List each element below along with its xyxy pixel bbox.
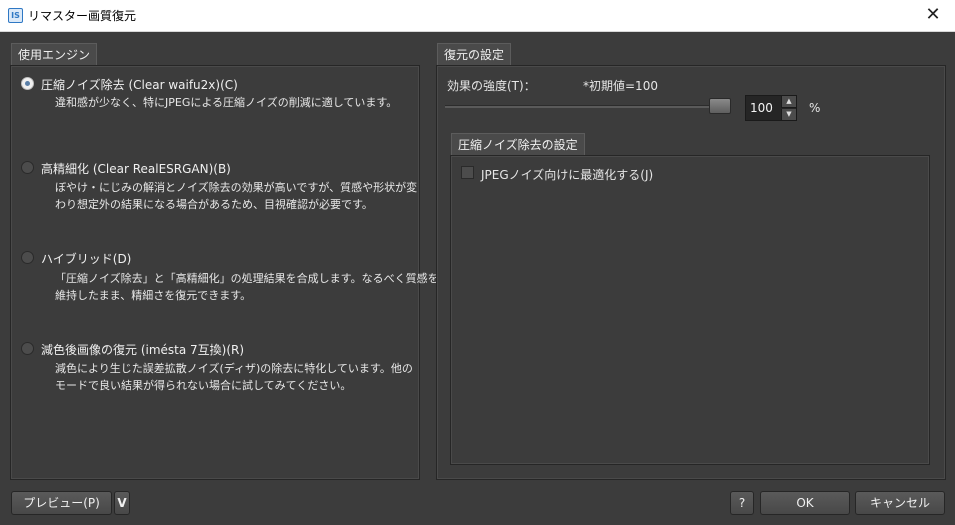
desc-line: 違和感が少なく、特にJPEGによる圧縮ノイズの削減に適しています。 bbox=[55, 96, 398, 109]
option-desc-hybrid: 「圧縮ノイズ除去」と「高精細化」の処理結果を合成します。なるべく質感を 維持した… bbox=[55, 270, 439, 304]
desc-line: 維持したまま、精細さを復元できます。 bbox=[55, 289, 252, 302]
desc-line: ぼやけ・にじみの解消とノイズ除去の効果が高いですが、質感や形状が変 bbox=[55, 181, 418, 194]
strength-label: 効果の強度(T)： bbox=[447, 79, 536, 93]
jpeg-optimize-checkbox[interactable] bbox=[461, 166, 474, 179]
title-bar: IS リマスター画質復元 ✕ bbox=[0, 0, 955, 32]
option-label-imesta7[interactable]: 減色後画像の復元 (iméstа 7互換)(R) bbox=[41, 341, 244, 358]
desc-line: 減色により生じた誤差拡散ノイズ(ディザ)の除去に特化しています。他の bbox=[55, 362, 413, 375]
option-desc-imesta7: 減色により生じた誤差拡散ノイズ(ディザ)の除去に特化しています。他の モードで良… bbox=[55, 360, 413, 394]
option-label-waifu2x[interactable]: 圧縮ノイズ除去 (Clear waifu2x)(C) bbox=[41, 76, 238, 93]
strength-slider-thumb[interactable] bbox=[709, 98, 731, 114]
radio-clear-realesrgan[interactable] bbox=[21, 161, 34, 174]
tab-restore-settings: 復元の設定 bbox=[437, 43, 512, 66]
strength-spinbox[interactable]: 100 ▲ ▼ bbox=[745, 95, 797, 121]
jpeg-optimize-label[interactable]: JPEGノイズ向けに最適化する(J) bbox=[481, 166, 653, 183]
percent-unit: % bbox=[809, 101, 821, 115]
noise-settings-panel bbox=[450, 155, 930, 465]
strength-value[interactable]: 100 bbox=[750, 101, 773, 115]
desc-line: モードで良い結果が得られない場合に試してみてください。 bbox=[55, 379, 352, 392]
option-desc-waifu2x: 違和感が少なく、特にJPEGによる圧縮ノイズの削減に適しています。 bbox=[55, 94, 397, 111]
preview-button[interactable]: プレビュー(P) bbox=[11, 491, 112, 515]
close-button[interactable]: ✕ bbox=[911, 0, 955, 31]
tab-noise-settings: 圧縮ノイズ除去の設定 bbox=[451, 133, 585, 156]
option-desc-realesrgan: ぼやけ・にじみの解消とノイズ除去の効果が高いですが、質感や形状が変 わり想定外の… bbox=[55, 179, 417, 213]
preview-menu-icon[interactable]: V bbox=[114, 491, 130, 515]
default-note: *初期値=100 bbox=[583, 79, 658, 93]
spin-up-icon[interactable]: ▲ bbox=[781, 96, 796, 108]
spin-down-icon[interactable]: ▼ bbox=[781, 109, 796, 120]
strength-slider-track[interactable] bbox=[445, 105, 730, 108]
radio-hybrid[interactable] bbox=[21, 251, 34, 264]
ok-button[interactable]: OK bbox=[760, 491, 850, 515]
desc-line: わり想定外の結果になる場合があるため、目視確認が必要です。 bbox=[55, 198, 373, 211]
window-title: リマスター画質復元 bbox=[28, 9, 137, 23]
cancel-button[interactable]: キャンセル bbox=[855, 491, 945, 515]
desc-line: 「圧縮ノイズ除去」と「高精細化」の処理結果を合成します。なるべく質感を bbox=[55, 272, 439, 285]
radio-imesta7[interactable] bbox=[21, 342, 34, 355]
option-label-hybrid[interactable]: ハイブリッド(D) bbox=[41, 250, 131, 267]
help-button[interactable]: ? bbox=[730, 491, 754, 515]
option-label-realesrgan[interactable]: 高精細化 (Clear RealESRGAN)(B) bbox=[41, 160, 231, 177]
app-icon: IS bbox=[8, 8, 23, 23]
tab-engine: 使用エンジン bbox=[11, 43, 98, 66]
radio-clear-waifu2x[interactable] bbox=[21, 77, 34, 90]
